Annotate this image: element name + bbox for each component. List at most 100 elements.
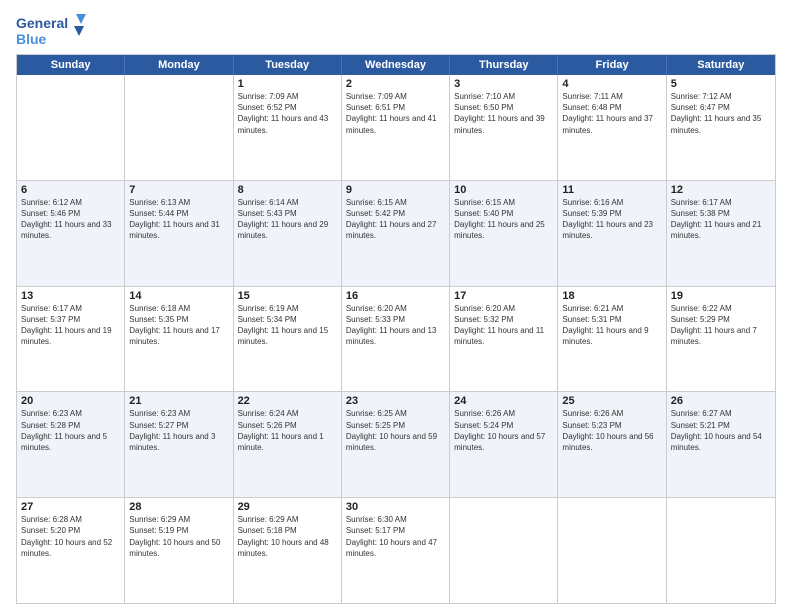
day-cell-10: 10Sunrise: 6:15 AM Sunset: 5:40 PM Dayli… (450, 181, 558, 286)
day-number: 30 (346, 501, 445, 513)
day-info: Sunrise: 6:13 AM Sunset: 5:44 PM Dayligh… (129, 197, 228, 242)
day-number: 19 (671, 290, 771, 302)
header-day-monday: Monday (125, 55, 233, 75)
day-number: 21 (129, 395, 228, 407)
day-number: 5 (671, 78, 771, 90)
empty-cell (667, 498, 775, 603)
day-info: Sunrise: 6:26 AM Sunset: 5:24 PM Dayligh… (454, 408, 553, 453)
header: General Blue (16, 12, 776, 50)
empty-cell (558, 498, 666, 603)
calendar-week-1: 1Sunrise: 7:09 AM Sunset: 6:52 PM Daylig… (17, 75, 775, 181)
day-info: Sunrise: 6:12 AM Sunset: 5:46 PM Dayligh… (21, 197, 120, 242)
day-number: 25 (562, 395, 661, 407)
day-info: Sunrise: 6:16 AM Sunset: 5:39 PM Dayligh… (562, 197, 661, 242)
day-number: 3 (454, 78, 553, 90)
day-cell-22: 22Sunrise: 6:24 AM Sunset: 5:26 PM Dayli… (234, 392, 342, 497)
day-info: Sunrise: 6:18 AM Sunset: 5:35 PM Dayligh… (129, 303, 228, 348)
calendar-week-2: 6Sunrise: 6:12 AM Sunset: 5:46 PM Daylig… (17, 181, 775, 287)
day-cell-19: 19Sunrise: 6:22 AM Sunset: 5:29 PM Dayli… (667, 287, 775, 392)
day-cell-5: 5Sunrise: 7:12 AM Sunset: 6:47 PM Daylig… (667, 75, 775, 180)
logo: General Blue (16, 12, 86, 50)
day-cell-12: 12Sunrise: 6:17 AM Sunset: 5:38 PM Dayli… (667, 181, 775, 286)
day-number: 15 (238, 290, 337, 302)
day-number: 27 (21, 501, 120, 513)
day-cell-16: 16Sunrise: 6:20 AM Sunset: 5:33 PM Dayli… (342, 287, 450, 392)
day-number: 1 (238, 78, 337, 90)
day-info: Sunrise: 6:21 AM Sunset: 5:31 PM Dayligh… (562, 303, 661, 348)
day-number: 11 (562, 184, 661, 196)
day-info: Sunrise: 6:19 AM Sunset: 5:34 PM Dayligh… (238, 303, 337, 348)
day-number: 8 (238, 184, 337, 196)
header-day-thursday: Thursday (450, 55, 558, 75)
day-number: 13 (21, 290, 120, 302)
day-cell-17: 17Sunrise: 6:20 AM Sunset: 5:32 PM Dayli… (450, 287, 558, 392)
day-cell-28: 28Sunrise: 6:29 AM Sunset: 5:19 PM Dayli… (125, 498, 233, 603)
day-number: 28 (129, 501, 228, 513)
day-info: Sunrise: 7:12 AM Sunset: 6:47 PM Dayligh… (671, 91, 771, 136)
header-day-tuesday: Tuesday (234, 55, 342, 75)
day-number: 18 (562, 290, 661, 302)
day-cell-25: 25Sunrise: 6:26 AM Sunset: 5:23 PM Dayli… (558, 392, 666, 497)
empty-cell (125, 75, 233, 180)
day-cell-30: 30Sunrise: 6:30 AM Sunset: 5:17 PM Dayli… (342, 498, 450, 603)
day-cell-7: 7Sunrise: 6:13 AM Sunset: 5:44 PM Daylig… (125, 181, 233, 286)
day-number: 16 (346, 290, 445, 302)
day-info: Sunrise: 6:17 AM Sunset: 5:37 PM Dayligh… (21, 303, 120, 348)
svg-text:General: General (16, 15, 68, 31)
day-info: Sunrise: 6:30 AM Sunset: 5:17 PM Dayligh… (346, 514, 445, 559)
day-number: 24 (454, 395, 553, 407)
header-day-sunday: Sunday (17, 55, 125, 75)
header-day-saturday: Saturday (667, 55, 775, 75)
day-number: 22 (238, 395, 337, 407)
day-cell-13: 13Sunrise: 6:17 AM Sunset: 5:37 PM Dayli… (17, 287, 125, 392)
calendar-header-row: SundayMondayTuesdayWednesdayThursdayFrid… (17, 55, 775, 75)
calendar: SundayMondayTuesdayWednesdayThursdayFrid… (16, 54, 776, 604)
day-info: Sunrise: 6:29 AM Sunset: 5:18 PM Dayligh… (238, 514, 337, 559)
day-cell-2: 2Sunrise: 7:09 AM Sunset: 6:51 PM Daylig… (342, 75, 450, 180)
day-cell-9: 9Sunrise: 6:15 AM Sunset: 5:42 PM Daylig… (342, 181, 450, 286)
day-cell-6: 6Sunrise: 6:12 AM Sunset: 5:46 PM Daylig… (17, 181, 125, 286)
day-number: 12 (671, 184, 771, 196)
day-info: Sunrise: 6:25 AM Sunset: 5:25 PM Dayligh… (346, 408, 445, 453)
header-day-friday: Friday (558, 55, 666, 75)
day-cell-1: 1Sunrise: 7:09 AM Sunset: 6:52 PM Daylig… (234, 75, 342, 180)
day-cell-14: 14Sunrise: 6:18 AM Sunset: 5:35 PM Dayli… (125, 287, 233, 392)
day-cell-8: 8Sunrise: 6:14 AM Sunset: 5:43 PM Daylig… (234, 181, 342, 286)
day-info: Sunrise: 6:23 AM Sunset: 5:27 PM Dayligh… (129, 408, 228, 453)
day-number: 14 (129, 290, 228, 302)
calendar-body: 1Sunrise: 7:09 AM Sunset: 6:52 PM Daylig… (17, 75, 775, 603)
day-info: Sunrise: 6:15 AM Sunset: 5:40 PM Dayligh… (454, 197, 553, 242)
day-number: 9 (346, 184, 445, 196)
calendar-week-3: 13Sunrise: 6:17 AM Sunset: 5:37 PM Dayli… (17, 287, 775, 393)
day-info: Sunrise: 7:11 AM Sunset: 6:48 PM Dayligh… (562, 91, 661, 136)
svg-text:Blue: Blue (16, 31, 47, 47)
calendar-week-5: 27Sunrise: 6:28 AM Sunset: 5:20 PM Dayli… (17, 498, 775, 603)
day-info: Sunrise: 6:29 AM Sunset: 5:19 PM Dayligh… (129, 514, 228, 559)
empty-cell (450, 498, 558, 603)
day-cell-26: 26Sunrise: 6:27 AM Sunset: 5:21 PM Dayli… (667, 392, 775, 497)
day-number: 10 (454, 184, 553, 196)
day-cell-29: 29Sunrise: 6:29 AM Sunset: 5:18 PM Dayli… (234, 498, 342, 603)
day-number: 17 (454, 290, 553, 302)
day-cell-4: 4Sunrise: 7:11 AM Sunset: 6:48 PM Daylig… (558, 75, 666, 180)
day-number: 7 (129, 184, 228, 196)
day-info: Sunrise: 6:26 AM Sunset: 5:23 PM Dayligh… (562, 408, 661, 453)
day-info: Sunrise: 7:09 AM Sunset: 6:51 PM Dayligh… (346, 91, 445, 136)
day-info: Sunrise: 6:17 AM Sunset: 5:38 PM Dayligh… (671, 197, 771, 242)
day-number: 2 (346, 78, 445, 90)
day-info: Sunrise: 7:09 AM Sunset: 6:52 PM Dayligh… (238, 91, 337, 136)
day-info: Sunrise: 6:23 AM Sunset: 5:28 PM Dayligh… (21, 408, 120, 453)
day-info: Sunrise: 6:20 AM Sunset: 5:32 PM Dayligh… (454, 303, 553, 348)
empty-cell (17, 75, 125, 180)
day-cell-27: 27Sunrise: 6:28 AM Sunset: 5:20 PM Dayli… (17, 498, 125, 603)
day-cell-20: 20Sunrise: 6:23 AM Sunset: 5:28 PM Dayli… (17, 392, 125, 497)
day-cell-24: 24Sunrise: 6:26 AM Sunset: 5:24 PM Dayli… (450, 392, 558, 497)
day-cell-3: 3Sunrise: 7:10 AM Sunset: 6:50 PM Daylig… (450, 75, 558, 180)
page: General Blue SundayMondayTuesdayWednesda… (0, 0, 792, 612)
day-info: Sunrise: 7:10 AM Sunset: 6:50 PM Dayligh… (454, 91, 553, 136)
day-number: 23 (346, 395, 445, 407)
day-info: Sunrise: 6:20 AM Sunset: 5:33 PM Dayligh… (346, 303, 445, 348)
day-cell-21: 21Sunrise: 6:23 AM Sunset: 5:27 PM Dayli… (125, 392, 233, 497)
day-info: Sunrise: 6:28 AM Sunset: 5:20 PM Dayligh… (21, 514, 120, 559)
day-info: Sunrise: 6:15 AM Sunset: 5:42 PM Dayligh… (346, 197, 445, 242)
